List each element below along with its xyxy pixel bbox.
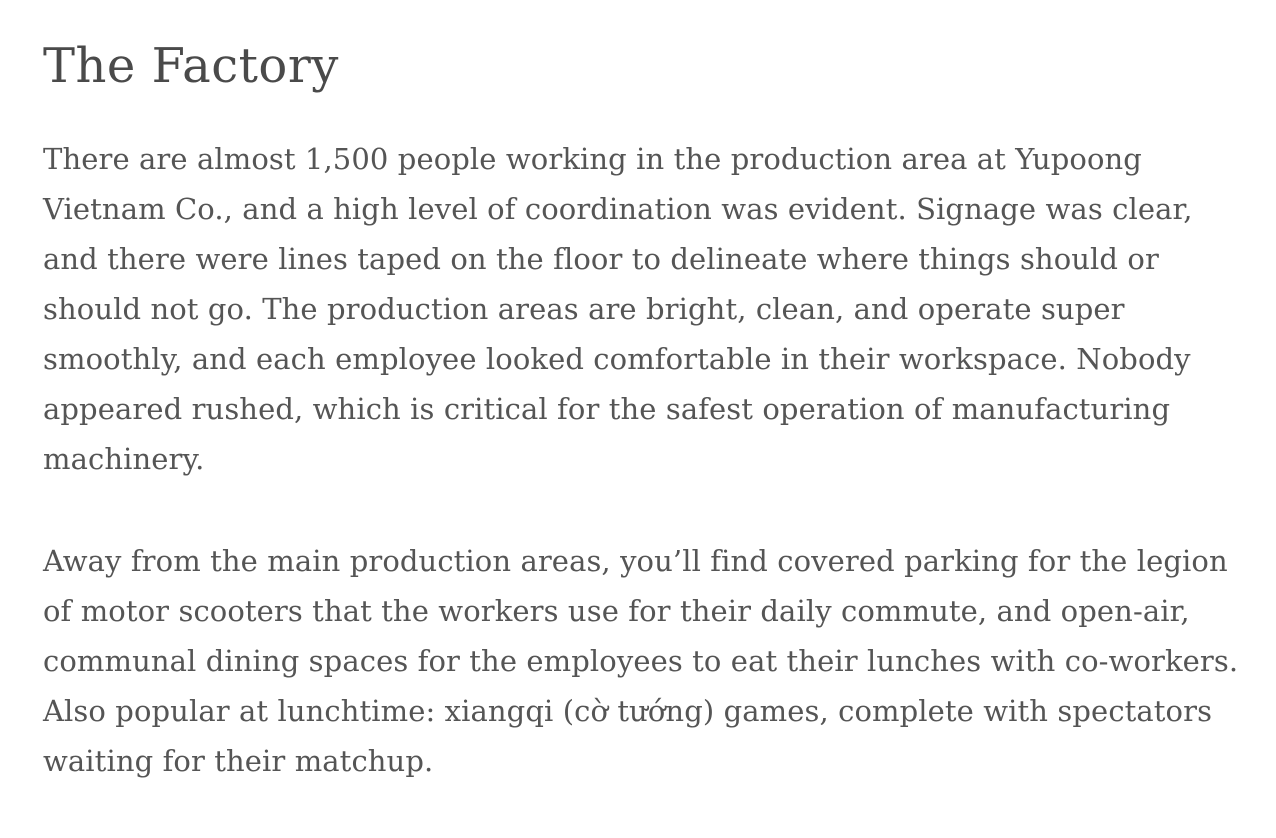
article-paragraph-amenities: Away from the main production areas, you…	[43, 544, 1239, 778]
article-title: The Factory	[43, 38, 339, 94]
article-paragraph-factory-floor: There are almost 1,500 people working in…	[43, 142, 1193, 476]
article: The Factory There are almost 1,500 peopl…	[43, 36, 1243, 838]
